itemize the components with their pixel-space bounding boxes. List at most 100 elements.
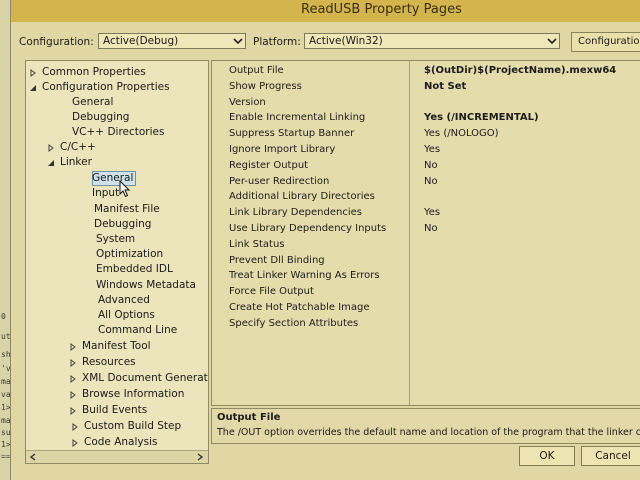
horizontal-scrollbar[interactable] bbox=[26, 450, 208, 463]
tree-item-label: All Options bbox=[98, 309, 155, 321]
tree-item-label: Custom Build Step bbox=[84, 420, 182, 432]
tree-item-label: Build Events bbox=[82, 404, 148, 416]
property-row[interactable]: Treat Linker Warning As Errors bbox=[212, 270, 640, 286]
property-row[interactable]: Prevent Dll Binding bbox=[212, 255, 640, 271]
tree-item[interactable]: Build Events bbox=[70, 404, 148, 419]
expand-arrow-icon[interactable] bbox=[69, 343, 77, 351]
property-row[interactable]: Per-user Redirection No bbox=[212, 176, 640, 192]
tree-item[interactable]: Embedded IDL bbox=[96, 263, 173, 278]
tree-item-label: C/C++ bbox=[60, 141, 96, 153]
property-value[interactable]: Yes (/INCREMENTAL) bbox=[424, 112, 539, 123]
tree-item[interactable]: All Options bbox=[98, 309, 155, 324]
tree-item-label: Input bbox=[92, 187, 120, 199]
tree-item[interactable]: General bbox=[72, 96, 113, 111]
tree-item[interactable]: Advanced bbox=[98, 294, 150, 309]
collapse-arrow-icon[interactable] bbox=[29, 84, 37, 92]
chevron-down-icon bbox=[233, 38, 243, 45]
configuration-value: Active(Debug) bbox=[103, 35, 179, 47]
configuration-dropdown[interactable]: Active(Debug) bbox=[98, 33, 246, 49]
expand-arrow-icon[interactable] bbox=[69, 375, 77, 383]
title-bar[interactable]: ReadUSB Property Pages bbox=[11, 0, 640, 22]
property-value[interactable]: No bbox=[424, 176, 438, 187]
tree-item-label: Configuration Properties bbox=[42, 81, 170, 93]
description-panel: Output File The /OUT option overrides th… bbox=[211, 408, 640, 444]
tree-item[interactable]: VC++ Directories bbox=[72, 126, 164, 141]
configuration-label: Configuration: bbox=[19, 36, 94, 48]
tree-item-label: Code Analysis bbox=[84, 436, 158, 448]
tree-item[interactable]: Custom Build Step bbox=[72, 420, 182, 435]
tree-item[interactable]: Common Properties bbox=[30, 66, 146, 81]
property-value[interactable]: No bbox=[424, 160, 438, 171]
property-row[interactable]: Link Status bbox=[212, 239, 640, 255]
platform-dropdown[interactable]: Active(Win32) bbox=[304, 33, 560, 49]
property-value[interactable]: Yes bbox=[424, 144, 440, 155]
tree-item-label: Linker bbox=[60, 156, 92, 168]
tree-item[interactable]: XML Document Generator bbox=[70, 372, 209, 387]
mouse-pointer-icon bbox=[119, 180, 131, 198]
expand-arrow-icon[interactable] bbox=[69, 359, 77, 367]
property-row[interactable]: Ignore Import Library Yes bbox=[212, 144, 640, 160]
expand-arrow-icon[interactable] bbox=[29, 69, 37, 77]
property-name: Suppress Startup Banner bbox=[229, 128, 355, 140]
collapse-arrow-icon[interactable] bbox=[47, 159, 55, 167]
tree-item-label: Windows Metadata bbox=[96, 279, 196, 291]
tree-item[interactable]: Input bbox=[92, 187, 119, 202]
expand-arrow-icon[interactable] bbox=[69, 407, 77, 415]
cancel-button[interactable]: Cancel bbox=[581, 446, 640, 466]
property-row[interactable]: Create Hot Patchable Image bbox=[212, 302, 640, 318]
scroll-left-icon[interactable] bbox=[29, 453, 37, 461]
configuration-manager-button[interactable]: Configuration M bbox=[571, 32, 640, 52]
description-title: Output File bbox=[217, 412, 281, 423]
tree-item[interactable]: Manifest Tool bbox=[70, 340, 151, 355]
property-row[interactable]: Register Output No bbox=[212, 160, 640, 176]
property-name: Link Library Dependencies bbox=[229, 207, 362, 219]
tree-item-label: XML Document Generator bbox=[82, 372, 209, 384]
tree-item[interactable]: Debugging bbox=[72, 111, 129, 126]
platform-value: Active(Win32) bbox=[309, 35, 383, 47]
tree-item[interactable]: Manifest File bbox=[94, 203, 160, 218]
ok-button[interactable]: OK bbox=[519, 446, 575, 466]
property-row[interactable]: Link Library Dependencies Yes bbox=[212, 207, 640, 223]
tree-item-label: VC++ Directories bbox=[72, 126, 165, 138]
property-value[interactable]: Yes bbox=[424, 207, 440, 218]
property-row[interactable]: Enable Incremental Linking Yes (/INCREMEN… bbox=[212, 112, 640, 128]
tree-item[interactable]: Windows Metadata bbox=[96, 279, 196, 294]
tree-item[interactable]: System bbox=[96, 233, 135, 248]
expand-arrow-icon[interactable] bbox=[71, 439, 79, 447]
property-tree[interactable]: Common Properties Configuration Propertie… bbox=[25, 60, 209, 464]
tree-item-label: Command Line bbox=[98, 324, 178, 336]
property-row[interactable]: Output File $(OutDir)$(ProjectName).mexw6… bbox=[212, 65, 640, 81]
tree-item[interactable]: Optimization bbox=[96, 248, 163, 263]
expand-arrow-icon[interactable] bbox=[47, 144, 55, 152]
expand-arrow-icon[interactable] bbox=[71, 423, 79, 431]
tree-item[interactable]: Code Analysis bbox=[72, 436, 158, 451]
tree-item[interactable]: Browse Information bbox=[70, 388, 184, 403]
property-row[interactable]: Suppress Startup Banner Yes (/NOLOGO) bbox=[212, 128, 640, 144]
scroll-right-icon[interactable] bbox=[196, 453, 204, 461]
tree-item[interactable]: Configuration Properties bbox=[30, 81, 170, 96]
screen: 0 % utp sho'v ma va 1>< ma su 1>| == ReadUSB Prop… bbox=[0, 0, 640, 480]
property-value[interactable]: Yes (/NOLOGO) bbox=[424, 128, 499, 139]
property-row[interactable]: Specify Section Attributes bbox=[212, 318, 640, 334]
property-row[interactable]: Use Library Dependency Inputs No bbox=[212, 223, 640, 239]
tree-item[interactable]: C/C++ bbox=[48, 141, 96, 156]
property-grid[interactable]: Output File $(OutDir)$(ProjectName).mexw6… bbox=[211, 60, 640, 406]
property-name: Register Output bbox=[229, 159, 309, 171]
tree-item[interactable]: Resources bbox=[70, 356, 136, 371]
property-name: Version bbox=[229, 96, 266, 108]
property-row[interactable]: Show Progress Not Set bbox=[212, 81, 640, 97]
property-row[interactable]: Additional Library Directories bbox=[212, 191, 640, 207]
property-row[interactable]: Version bbox=[212, 97, 640, 113]
property-name: Prevent Dll Binding bbox=[229, 254, 325, 266]
property-value[interactable]: Not Set bbox=[424, 81, 466, 92]
tree-item-label: Optimization bbox=[96, 248, 164, 260]
tree-item[interactable]: Command Line bbox=[98, 324, 177, 339]
property-value[interactable]: $(OutDir)$(ProjectName).mexw64 bbox=[424, 65, 616, 76]
property-value[interactable]: No bbox=[424, 223, 438, 234]
tree-item[interactable]: Linker bbox=[48, 156, 92, 171]
tree-item[interactable]: Debugging bbox=[94, 218, 151, 233]
tree-item-label: Common Properties bbox=[42, 66, 146, 78]
property-row[interactable]: Force File Output bbox=[212, 286, 640, 302]
tree-item-label: Advanced bbox=[98, 294, 150, 306]
expand-arrow-icon[interactable] bbox=[69, 391, 77, 399]
